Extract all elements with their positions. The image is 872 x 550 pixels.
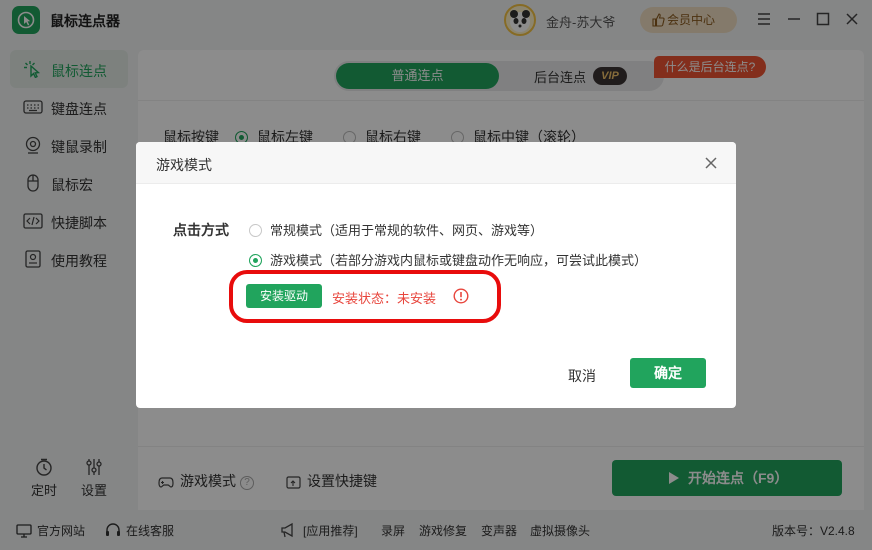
cancel-button[interactable]: 取消 — [568, 366, 596, 386]
radio[interactable] — [249, 224, 262, 237]
game-mode-dialog: 游戏模式 点击方式 常规模式（适用于常规的软件、网页、游戏等） 游戏模式（若部分… — [136, 142, 736, 408]
radio-selected[interactable] — [249, 254, 262, 267]
warning-icon — [453, 288, 469, 304]
game-mode-option[interactable]: 游戏模式（若部分游戏内鼠标或键盘动作无响应，可尝试此模式） — [249, 250, 647, 269]
install-driver-button[interactable]: 安装驱动 — [246, 284, 322, 308]
confirm-button[interactable]: 确定 — [630, 358, 706, 388]
dialog-close-icon[interactable] — [704, 156, 718, 170]
normal-mode-label: 常规模式（适用于常规的软件、网页、游戏等） — [270, 223, 544, 238]
dialog-header: 游戏模式 — [136, 142, 736, 184]
normal-mode-option[interactable]: 常规模式（适用于常规的软件、网页、游戏等） — [249, 220, 543, 239]
dialog-title: 游戏模式 — [156, 157, 212, 173]
install-status: 安装状态：未安装 — [332, 291, 437, 306]
click-mode-label: 点击方式 — [173, 222, 229, 238]
game-mode-label: 游戏模式（若部分游戏内鼠标或键盘动作无响应，可尝试此模式） — [270, 253, 648, 268]
